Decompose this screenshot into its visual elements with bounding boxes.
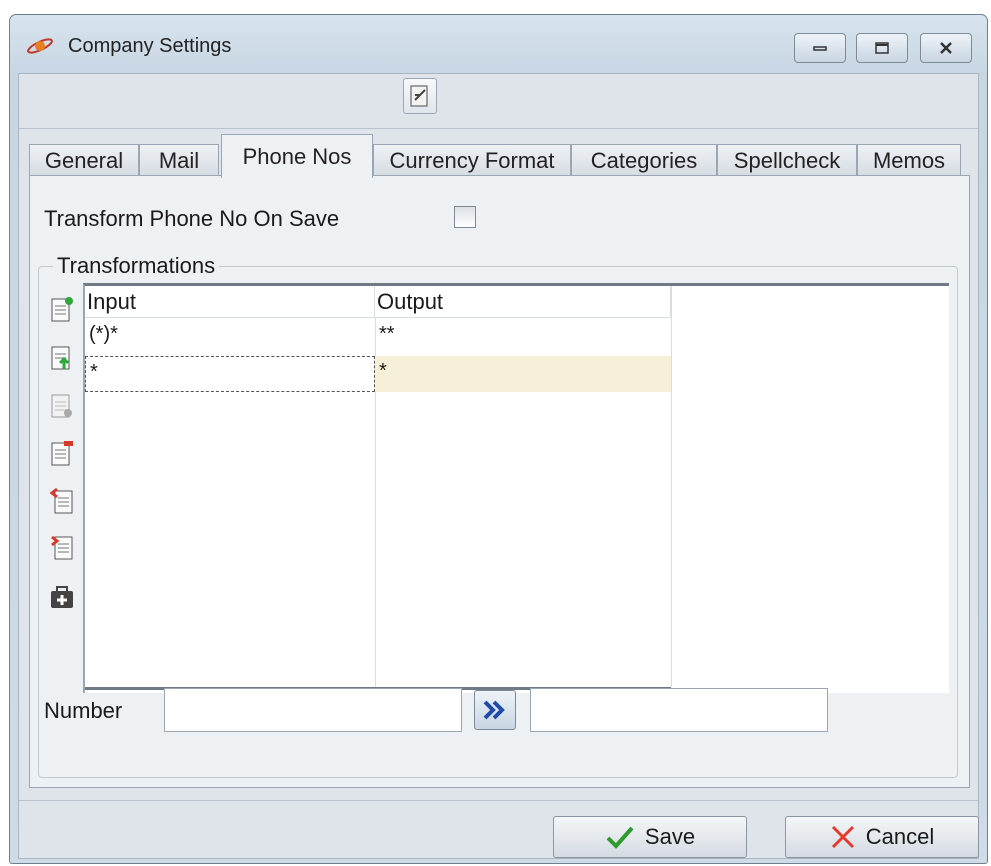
cancel-button[interactable]: Cancel: [785, 816, 979, 858]
footer-divider: [19, 800, 978, 801]
cell-output[interactable]: **: [375, 319, 671, 355]
number-label: Number: [44, 698, 123, 723]
close-icon: [940, 42, 952, 54]
minimize-icon: [813, 46, 827, 51]
maximize-icon: [875, 42, 889, 54]
company-settings-window: Company Settings General Mail Phone Nos …: [9, 14, 988, 864]
save-button[interactable]: Save: [553, 816, 747, 858]
column-header-output[interactable]: Output: [375, 286, 671, 318]
close-x-icon: [831, 825, 854, 849]
app-logo-icon: [27, 38, 53, 54]
edit-icon: [410, 85, 428, 107]
transform-test-button[interactable]: [474, 690, 516, 730]
transform-phone-label: Transform Phone No On Save: [44, 206, 340, 231]
minimize-button[interactable]: [794, 33, 846, 63]
toolbar-divider: [19, 128, 978, 129]
move-up-icon[interactable]: [49, 487, 75, 517]
window-title: Company Settings: [68, 35, 232, 57]
cancel-label: Cancel: [865, 824, 935, 849]
transformations-title: Transformations: [53, 253, 220, 279]
close-button[interactable]: [920, 33, 972, 63]
tab-currency-format[interactable]: Currency Format: [373, 144, 571, 176]
tab-spellcheck[interactable]: Spellcheck: [717, 144, 857, 176]
double-chevron-right-icon: [483, 700, 505, 720]
client-area: General Mail Phone Nos Currency Format C…: [18, 73, 979, 859]
transformations-grid: Input Output (*)* ** * *: [85, 286, 672, 690]
cell-input[interactable]: *: [85, 356, 375, 392]
save-label: Save: [644, 824, 696, 849]
insert-row-icon[interactable]: [49, 295, 75, 325]
tab-memos[interactable]: Memos: [857, 144, 961, 176]
cell-input[interactable]: (*)*: [85, 319, 375, 355]
maximize-button[interactable]: [856, 33, 908, 63]
add-row-icon[interactable]: [49, 343, 75, 373]
column-header-input[interactable]: Input: [85, 286, 375, 318]
tab-categories[interactable]: Categories: [571, 144, 717, 176]
copy-row-icon[interactable]: [49, 391, 75, 421]
number-input[interactable]: [164, 688, 462, 732]
table-row[interactable]: (*)* **: [85, 319, 671, 355]
tab-phone-nos[interactable]: Phone Nos: [221, 134, 373, 178]
tab-mail[interactable]: Mail: [139, 144, 219, 176]
title-bar: Company Settings: [10, 15, 987, 73]
table-row-selected[interactable]: * *: [85, 356, 671, 392]
toolkit-icon[interactable]: [49, 583, 75, 613]
move-down-icon[interactable]: [49, 533, 75, 563]
tab-general[interactable]: General: [29, 144, 139, 176]
transform-phone-checkbox[interactable]: [454, 206, 476, 228]
grid-right-edge: [671, 286, 672, 687]
delete-row-icon[interactable]: [49, 439, 75, 469]
transformations-grid-area: Input Output (*)* ** * *: [83, 283, 949, 693]
phone-nos-panel: Transform Phone No On Save Transformatio…: [29, 175, 970, 788]
result-field[interactable]: [530, 688, 828, 732]
check-icon: [606, 826, 634, 849]
edit-button[interactable]: [403, 78, 437, 114]
cell-output[interactable]: *: [375, 356, 671, 392]
